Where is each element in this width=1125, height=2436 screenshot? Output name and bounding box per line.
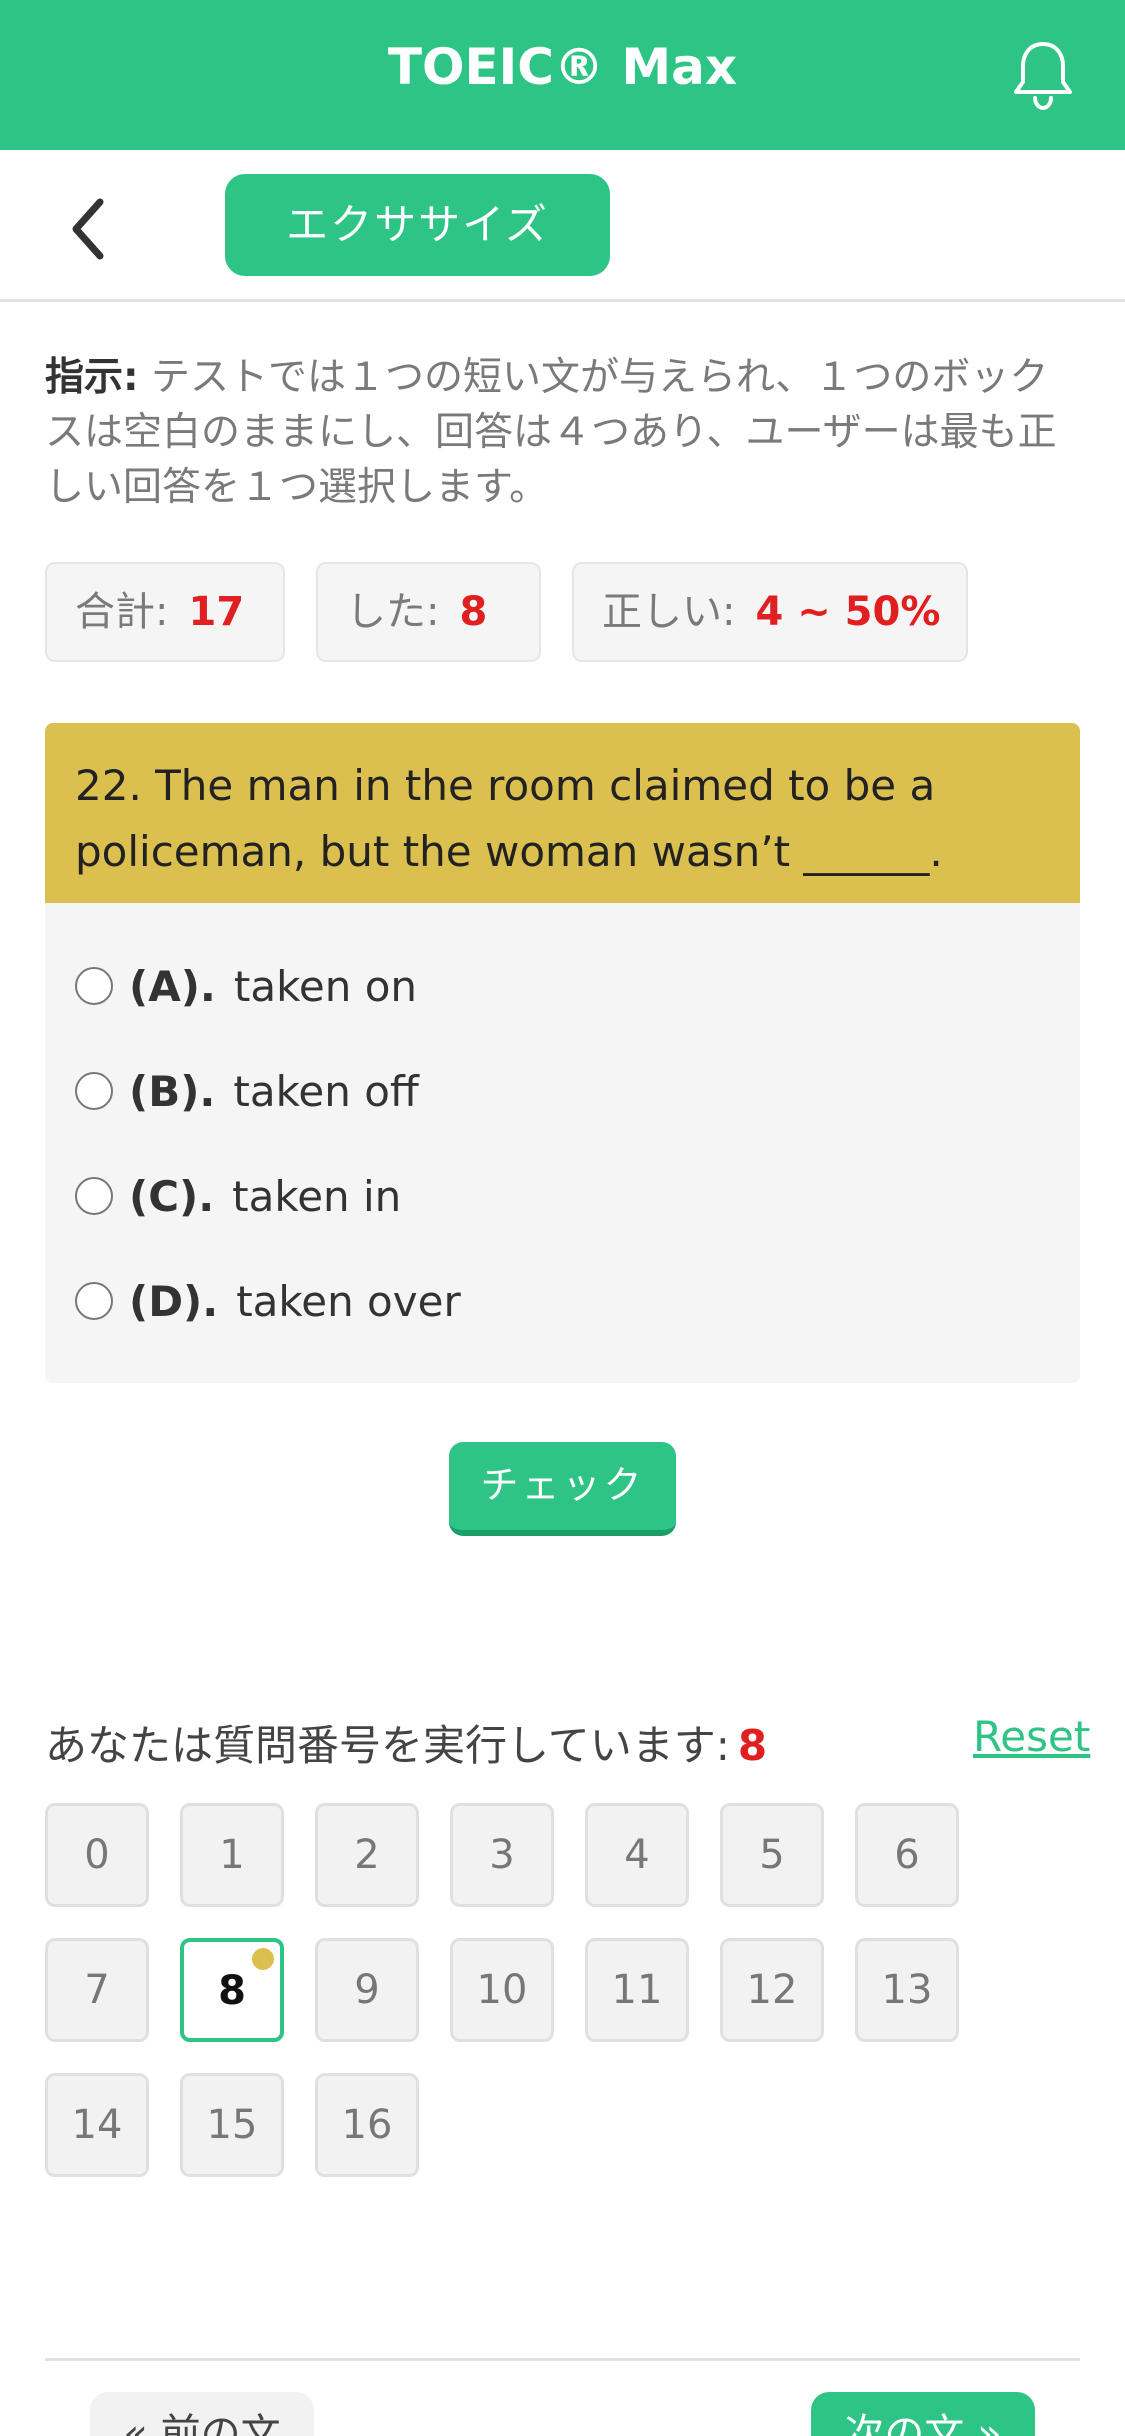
sub-header: エクササイズ xyxy=(0,150,1125,302)
stat-correct-value: 4 ~ 50% xyxy=(755,589,941,635)
radio-b[interactable] xyxy=(75,1072,113,1110)
question-number-button[interactable]: 11 xyxy=(585,1938,689,2042)
question-number-button[interactable]: 14 xyxy=(45,2073,149,2177)
question-number-button[interactable]: 4 xyxy=(585,1803,689,1907)
radio-d[interactable] xyxy=(75,1282,113,1320)
question-number-button[interactable]: 13 xyxy=(855,1938,959,2042)
question-number-button[interactable]: 10 xyxy=(450,1938,554,2042)
question-number-button-current[interactable]: 8 xyxy=(180,1938,284,2042)
option-d-label: (D). xyxy=(129,1276,219,1326)
option-b[interactable]: (B). taken off xyxy=(75,1056,975,1126)
radio-c[interactable] xyxy=(75,1177,113,1215)
stat-correct: 正しい: 4 ~ 50% xyxy=(572,562,968,662)
divider xyxy=(45,2358,1080,2361)
question-number-label: 8 xyxy=(218,1968,246,2014)
stat-total-value: 17 xyxy=(188,589,245,635)
running-label: あなたは質問番号を実行しています: xyxy=(45,1721,730,1770)
question-number-button[interactable]: 15 xyxy=(180,2073,284,2177)
stat-total-label: 合計: xyxy=(75,589,169,635)
option-a-label: (A). xyxy=(129,961,216,1011)
stat-done-value: 8 xyxy=(459,589,488,635)
option-b-text: taken off xyxy=(233,1066,419,1116)
question-number-button[interactable]: 9 xyxy=(315,1938,419,2042)
app-header: TOEIC® Max xyxy=(0,0,1125,150)
option-d[interactable]: (D). taken over xyxy=(75,1266,975,1336)
instructions-label: 指示: xyxy=(45,355,139,400)
option-b-label: (B). xyxy=(129,1066,216,1116)
stat-done: した: 8 xyxy=(316,562,541,662)
question-text: 22. The man in the room claimed to be a … xyxy=(45,723,1080,903)
stat-total: 合計: 17 xyxy=(45,562,285,662)
option-c-label: (C). xyxy=(129,1171,215,1221)
radio-a[interactable] xyxy=(75,967,113,1005)
option-a[interactable]: (A). taken on xyxy=(75,951,975,1021)
option-a-text: taken on xyxy=(233,961,418,1011)
question-number-button[interactable]: 12 xyxy=(720,1938,824,2042)
prev-sentence-button[interactable]: « 前の文 xyxy=(90,2392,314,2436)
question-number-button[interactable]: 2 xyxy=(315,1803,419,1907)
reset-link[interactable]: Reset xyxy=(973,1712,1090,1761)
question-number-button[interactable]: 5 xyxy=(720,1803,824,1907)
answer-options: (A). taken on (B). taken off (C). taken … xyxy=(45,903,1080,1383)
instructions-text: テストでは１つの短い文が与えられ、１つのボックスは空白のままにし、回答は４つあり… xyxy=(45,355,1057,510)
option-c[interactable]: (C). taken in xyxy=(75,1161,975,1231)
question-number-button[interactable]: 6 xyxy=(855,1803,959,1907)
option-c-text: taken in xyxy=(232,1171,402,1221)
question-number-button[interactable]: 7 xyxy=(45,1938,149,2042)
mode-badge[interactable]: エクササイズ xyxy=(225,174,610,276)
current-indicator-dot xyxy=(252,1948,274,1970)
app-title: TOEIC® Max xyxy=(387,38,738,96)
stat-done-label: した: xyxy=(346,589,440,635)
current-question-number: 8 xyxy=(737,1721,768,1770)
bell-icon[interactable] xyxy=(1010,38,1076,112)
question-number-button[interactable]: 16 xyxy=(315,2073,419,2177)
next-sentence-button[interactable]: 次の文 » xyxy=(811,2392,1035,2436)
question-number-button[interactable]: 3 xyxy=(450,1803,554,1907)
chevron-left-icon[interactable] xyxy=(64,194,114,264)
stat-correct-label: 正しい: xyxy=(602,589,736,635)
option-d-text: taken over xyxy=(236,1276,461,1326)
check-button[interactable]: チェック xyxy=(449,1442,676,1536)
question-number-button[interactable]: 0 xyxy=(45,1803,149,1907)
instructions: 指示: テストでは１つの短い文が与えられ、１つのボックスは空白のままにし、回答は… xyxy=(45,350,1085,515)
question-number-button[interactable]: 1 xyxy=(180,1803,284,1907)
running-question: あなたは質問番号を実行しています: 8 xyxy=(45,1712,767,1773)
